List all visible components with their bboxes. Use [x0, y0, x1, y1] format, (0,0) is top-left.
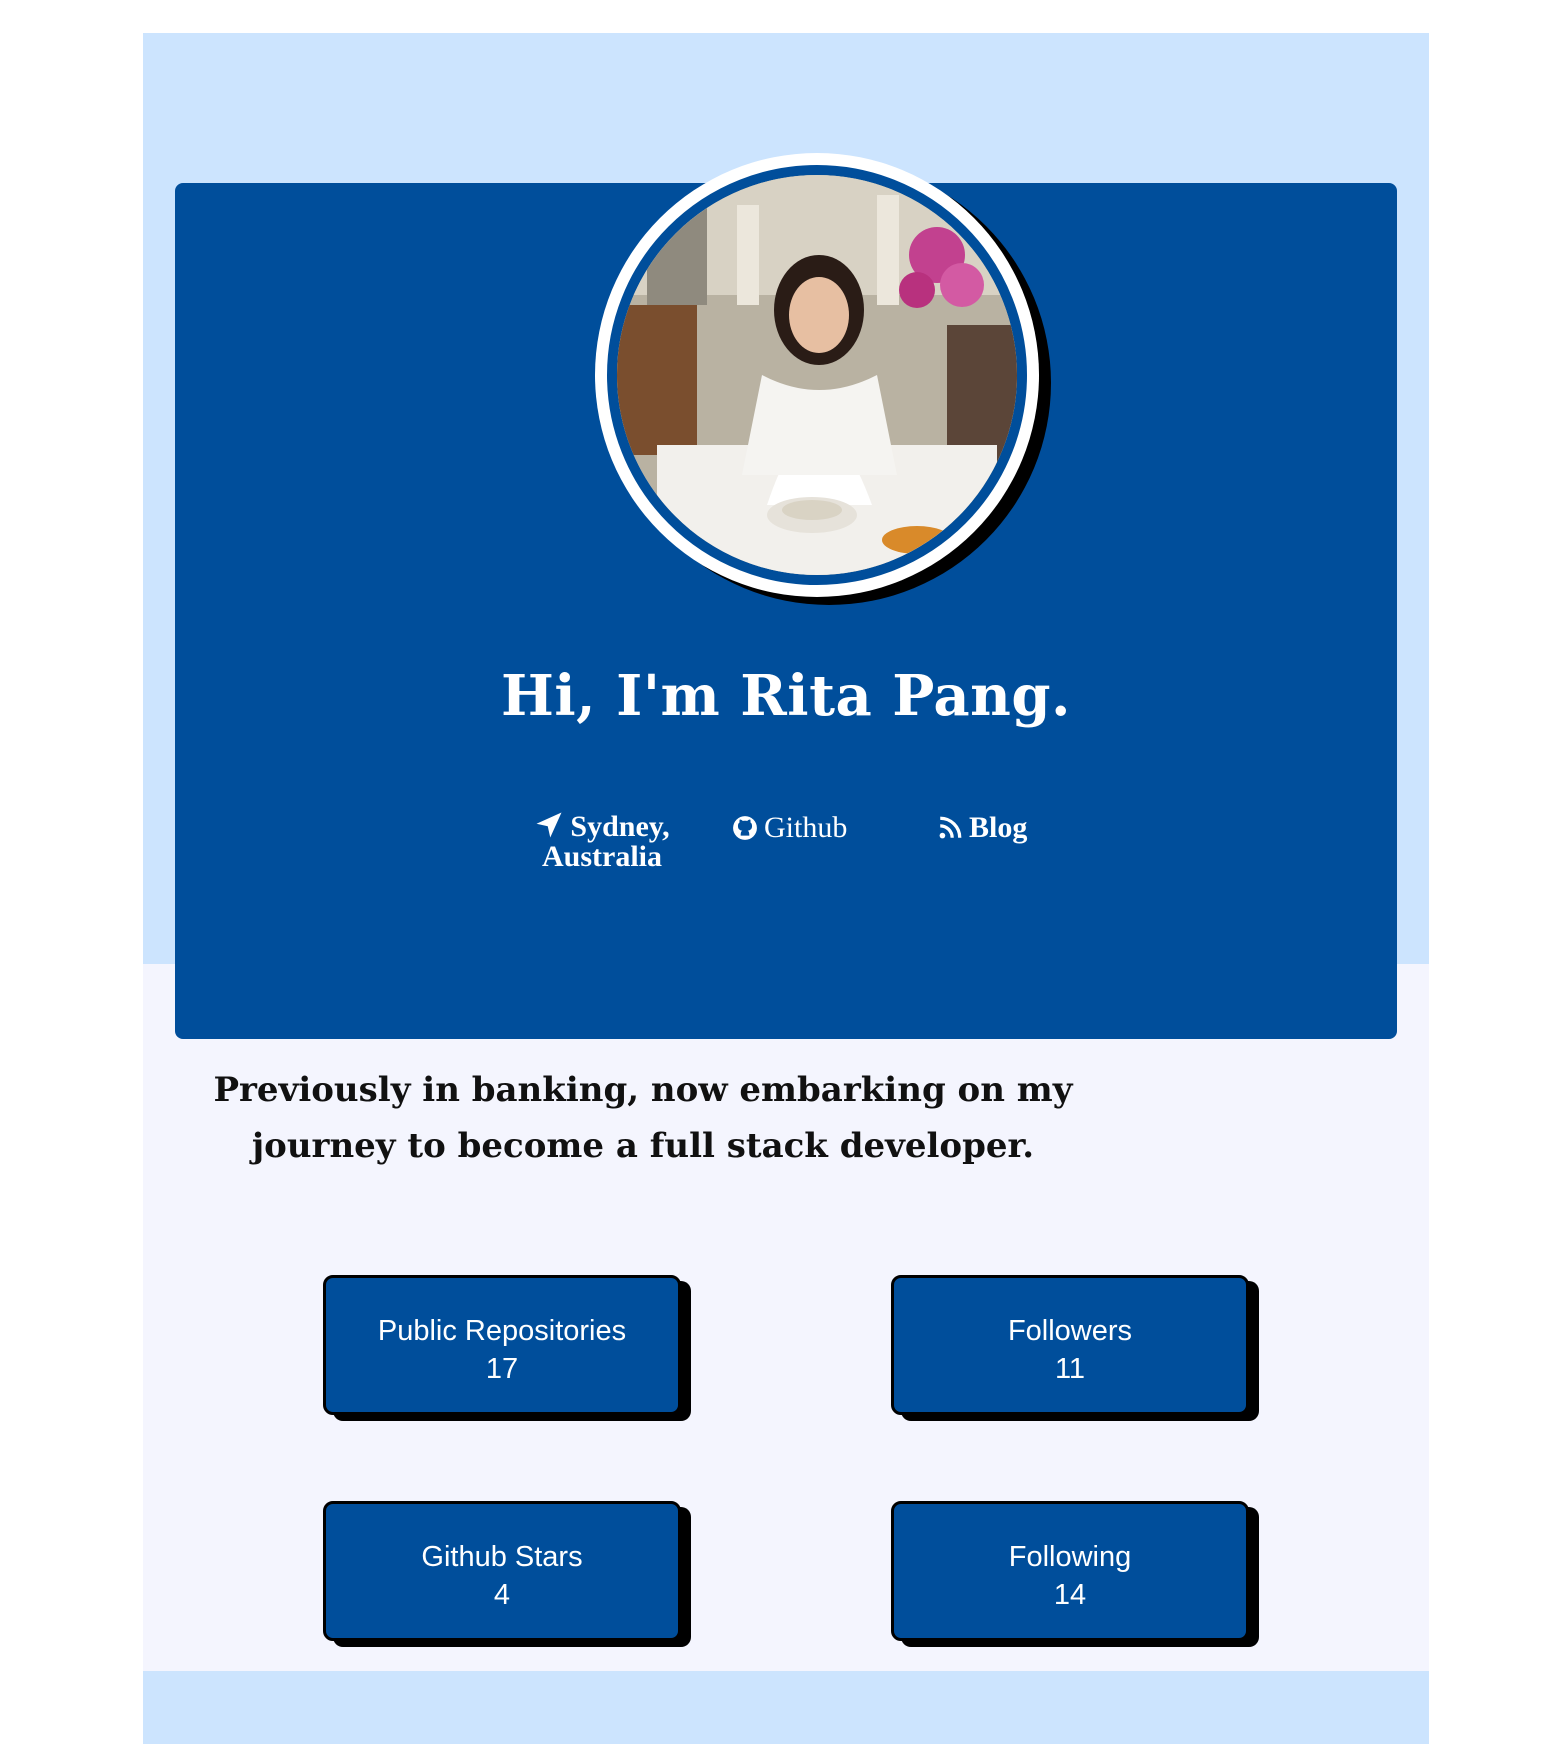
- page-title: Hi, I'm Rita Pang.: [501, 663, 1071, 729]
- stat-label: Following: [1008, 1541, 1132, 1573]
- hero-card: Hi, I'm Rita Pang. Sydney, Australia Git…: [175, 153, 1397, 1039]
- stat-label: Public Repositories: [377, 1315, 627, 1347]
- blog-label: Blog: [969, 811, 1028, 844]
- stat-card-following[interactable]: Following 14: [891, 1501, 1249, 1641]
- github-link[interactable]: Github: [732, 813, 847, 843]
- stat-label: Github Stars: [421, 1541, 583, 1573]
- github-icon: [733, 816, 757, 840]
- profile-photo-image: [617, 175, 1017, 575]
- stat-value: 4: [493, 1579, 511, 1611]
- stat-card-github-stars[interactable]: Github Stars 4: [323, 1501, 681, 1641]
- rss-icon: [939, 816, 962, 839]
- page-background: Hi, I'm Rita Pang. Sydney, Australia Git…: [143, 33, 1429, 1744]
- tagline: Previously in banking, now embarking on …: [213, 1070, 1073, 1166]
- github-label: Github: [764, 811, 848, 844]
- profile-photo: [607, 165, 1027, 585]
- avatar: [595, 153, 1039, 597]
- profile-links: Sydney, Australia Github Blog: [175, 808, 1397, 888]
- stat-value: 14: [1053, 1579, 1087, 1611]
- blog-link[interactable]: Blog: [937, 813, 1027, 843]
- stat-card-public-repositories[interactable]: Public Repositories 17: [323, 1275, 681, 1415]
- stat-label: Followers: [1007, 1315, 1133, 1347]
- stat-value: 11: [1054, 1353, 1086, 1385]
- location-link[interactable]: Sydney, Australia: [527, 810, 677, 872]
- location-arrow-icon: [536, 812, 562, 838]
- stat-card-followers[interactable]: Followers 11: [891, 1275, 1249, 1415]
- stat-value: 17: [485, 1353, 519, 1385]
